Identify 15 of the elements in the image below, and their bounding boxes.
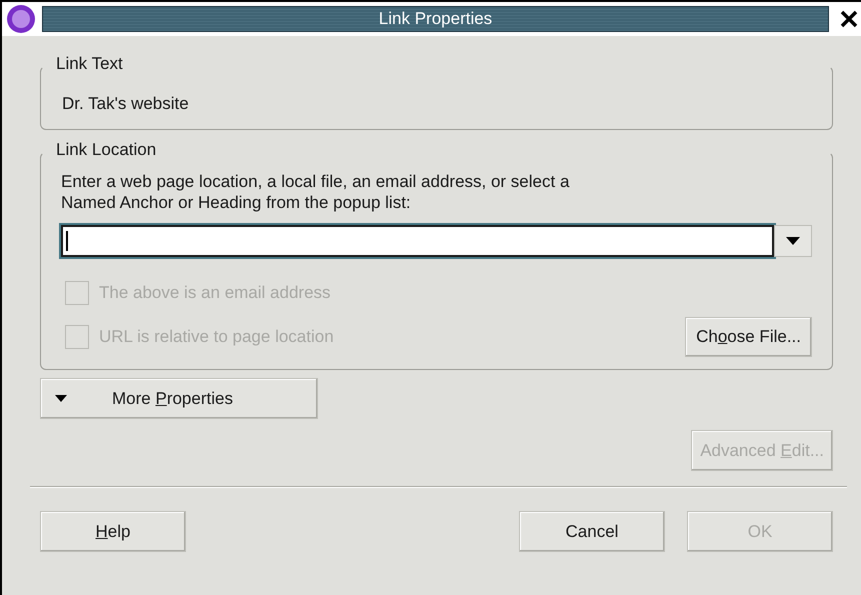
caret-icon	[786, 237, 800, 245]
app-icon[interactable]	[6, 4, 36, 34]
location-field[interactable]	[61, 225, 774, 257]
checkbox-label: URL is relative to page location	[99, 327, 334, 347]
close-icon[interactable]	[839, 9, 859, 29]
window-title: Link Properties	[42, 6, 829, 32]
help-button[interactable]: Help	[40, 511, 186, 552]
dropdown-button[interactable]	[774, 225, 812, 257]
cancel-button[interactable]: Cancel	[519, 511, 665, 552]
more-properties-button[interactable]: More Properties	[40, 378, 318, 419]
caret-icon	[55, 395, 67, 402]
choose-file-button[interactable]: Choose File...	[685, 317, 812, 357]
link-text-value: Dr. Tak's website	[61, 94, 190, 114]
checkbox-label: The above is an email address	[99, 283, 331, 303]
instructions-text: Enter a web page location, a local file, an email address, or select a Named Anchor or Heading from the popup list:	[61, 171, 570, 213]
